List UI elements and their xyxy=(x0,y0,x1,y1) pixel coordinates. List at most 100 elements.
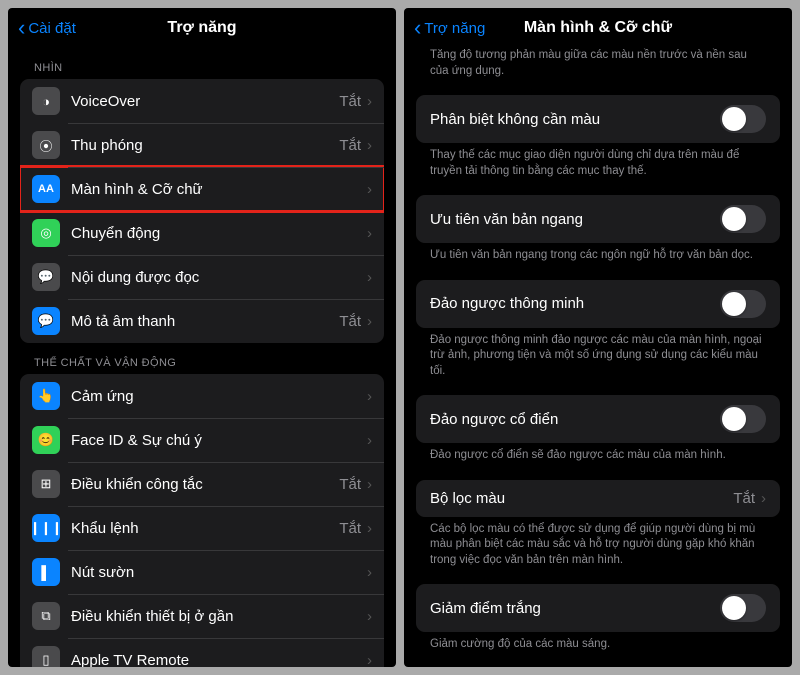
settings-row-remote[interactable]: ⧉ Điều khiển thiết bị ở gần› xyxy=(20,594,384,638)
chevron-right-icon: › xyxy=(367,269,372,286)
row-label: Face ID & Sự chú ý xyxy=(71,432,367,449)
phone-right: ‹ Trợ năng Màn hình & Cỡ chữ Tăng độ tươ… xyxy=(404,8,792,667)
setting-row[interactable]: Đảo ngược thông minh xyxy=(416,280,780,328)
atv-icon: ▯ xyxy=(32,646,60,667)
settings-row-touch[interactable]: 👆 Cảm ứng› xyxy=(20,374,384,418)
setting-label: Giảm điểm trắng xyxy=(430,600,541,617)
voice-ctrl-icon: ❙❙❙ xyxy=(32,514,60,542)
voiceover-icon: ◑ xyxy=(32,87,60,115)
motion-icon: ◎ xyxy=(32,219,60,247)
chevron-left-icon: ‹ xyxy=(414,17,421,39)
row-label: Mô tả âm thanh xyxy=(71,313,339,330)
chevron-right-icon: › xyxy=(367,476,372,493)
chevron-right-icon: › xyxy=(367,432,372,449)
setting-row[interactable]: Ưu tiên văn bản ngang xyxy=(416,195,780,243)
switch-icon: ⊞ xyxy=(32,470,60,498)
row-label: Cảm ứng xyxy=(71,388,367,405)
settings-row-face[interactable]: 😊 Face ID & Sự chú ý› xyxy=(20,418,384,462)
row-status: Tắt xyxy=(339,520,361,537)
setting-description: Đảo ngược cổ điển sẽ đảo ngược các màu c… xyxy=(416,443,780,464)
settings-row-switch[interactable]: ⊞ Điều khiển công tắcTắt › xyxy=(20,462,384,506)
remote-icon: ⧉ xyxy=(32,602,60,630)
toggle-switch[interactable] xyxy=(720,105,766,133)
settings-row-voice-ctrl[interactable]: ❙❙❙Khẩu lệnhTắt› xyxy=(20,506,384,550)
setting-label: Đảo ngược cổ điển xyxy=(430,411,558,428)
setting-description: Giảm cường độ của các màu sáng. xyxy=(416,632,780,653)
setting-label: Phân biệt không cần màu xyxy=(430,111,600,128)
setting-row[interactable]: Đảo ngược cổ điển xyxy=(416,395,780,443)
settings-row-side[interactable]: ▌ Nút sườn› xyxy=(20,550,384,594)
settings-row-motion[interactable]: ◎ Chuyển động› xyxy=(20,211,384,255)
chevron-right-icon: › xyxy=(367,137,372,154)
setting-group: Bộ lọc màu Tắt › xyxy=(416,480,780,517)
setting-label: Bộ lọc màu xyxy=(430,490,505,507)
chevron-right-icon: › xyxy=(367,652,372,668)
setting-row[interactable]: Giảm điểm trắng xyxy=(416,584,780,632)
row-label: Chuyển động xyxy=(71,225,367,242)
settings-row-atv[interactable]: ▯ Apple TV Remote› xyxy=(20,638,384,667)
group-vision: ◑VoiceOverTắt›⦿Thu phóngTắt›AAMàn hình &… xyxy=(20,79,384,343)
section-physical: THỂ CHẤT VÀ VẬN ĐỘNG xyxy=(20,343,384,374)
setting-description: Ưu tiên văn bản ngang trong các ngôn ngữ… xyxy=(416,243,780,264)
setting-description: Thay thế các mục giao diện người dùng ch… xyxy=(416,143,780,179)
back-button[interactable]: ‹ Cài đặt xyxy=(18,17,76,39)
touch-icon: 👆 xyxy=(32,382,60,410)
settings-row-zoom[interactable]: ⦿Thu phóngTắt› xyxy=(20,123,384,167)
chevron-right-icon: › xyxy=(367,520,372,537)
row-status: Tắt xyxy=(339,93,361,110)
setting-label: Ưu tiên văn bản ngang xyxy=(430,211,583,228)
scroll-area-right: Tăng độ tương phản màu giữa các màu nền … xyxy=(404,48,792,667)
back-label: Trợ năng xyxy=(424,20,485,37)
zoom-icon: ⦿ xyxy=(32,131,60,159)
setting-group: Phân biệt không cần màu xyxy=(416,95,780,143)
group-physical: 👆Cảm ứng›😊Face ID & Sự chú ý›⊞Điều khiển… xyxy=(20,374,384,667)
section-vision: NHÌN xyxy=(20,48,384,79)
setting-group: Ưu tiên văn bản ngang xyxy=(416,195,780,243)
settings-row-voiceover[interactable]: ◑ VoiceOverTắt › xyxy=(20,79,384,123)
row-status: Tắt xyxy=(339,476,361,493)
setting-status: Tắt xyxy=(733,490,755,507)
setting-description: Các bộ lọc màu có thể được sử dụng để gi… xyxy=(416,517,780,569)
setting-row[interactable]: Bộ lọc màu Tắt › xyxy=(416,480,780,517)
chevron-right-icon: › xyxy=(367,608,372,625)
face-icon: 😊 xyxy=(32,426,60,454)
settings-row-speech[interactable]: 💬 Nội dung được đọc› xyxy=(20,255,384,299)
nav-bar: ‹ Trợ năng Màn hình & Cỡ chữ xyxy=(404,8,792,48)
setting-label: Đảo ngược thông minh xyxy=(430,295,584,312)
phone-left: ‹ Cài đặt Trợ năng NHÌN ◑VoiceOverTắt›⦿T… xyxy=(8,8,396,667)
settings-row-aa[interactable]: AAMàn hình & Cỡ chữ› xyxy=(20,167,384,211)
chevron-left-icon: ‹ xyxy=(18,17,25,39)
chevron-right-icon: › xyxy=(367,388,372,405)
row-label: Nút sườn xyxy=(71,564,367,581)
row-label: Điều khiển thiết bị ở gần xyxy=(71,608,367,625)
speech-icon: 💬 xyxy=(32,263,60,291)
row-label: Điều khiển công tắc xyxy=(71,476,339,493)
nav-bar: ‹ Cài đặt Trợ năng xyxy=(8,8,396,48)
toggle-switch[interactable] xyxy=(720,290,766,318)
section-description: Tăng độ tương phản màu giữa các màu nền … xyxy=(416,48,780,79)
row-label: Thu phóng xyxy=(71,137,339,154)
chevron-right-icon: › xyxy=(367,564,372,581)
setting-group: Đảo ngược thông minh xyxy=(416,280,780,328)
chevron-right-icon: › xyxy=(367,225,372,242)
row-status: Tắt xyxy=(339,313,361,330)
row-label: Nội dung được đọc xyxy=(71,269,367,286)
setting-row[interactable]: Phân biệt không cần màu xyxy=(416,95,780,143)
chevron-right-icon: › xyxy=(367,93,372,110)
back-label: Cài đặt xyxy=(28,20,76,37)
setting-description: Đảo ngược thông minh đảo ngược các màu c… xyxy=(416,328,780,380)
toggle-switch[interactable] xyxy=(720,594,766,622)
toggle-switch[interactable] xyxy=(720,405,766,433)
aa-icon: AA xyxy=(32,175,60,203)
chevron-right-icon: › xyxy=(367,181,372,198)
row-label: VoiceOver xyxy=(71,93,339,110)
back-button[interactable]: ‹ Trợ năng xyxy=(414,17,485,39)
side-icon: ▌ xyxy=(32,558,60,586)
scroll-area-left: NHÌN ◑VoiceOverTắt›⦿Thu phóngTắt›AAMàn h… xyxy=(8,48,396,667)
setting-group: Đảo ngược cổ điển xyxy=(416,395,780,443)
settings-row-audio-desc[interactable]: 💬Mô tả âm thanhTắt› xyxy=(20,299,384,343)
setting-group: Giảm điểm trắng xyxy=(416,584,780,632)
toggle-switch[interactable] xyxy=(720,205,766,233)
chevron-right-icon: › xyxy=(761,490,766,507)
row-label: Apple TV Remote xyxy=(71,652,367,668)
